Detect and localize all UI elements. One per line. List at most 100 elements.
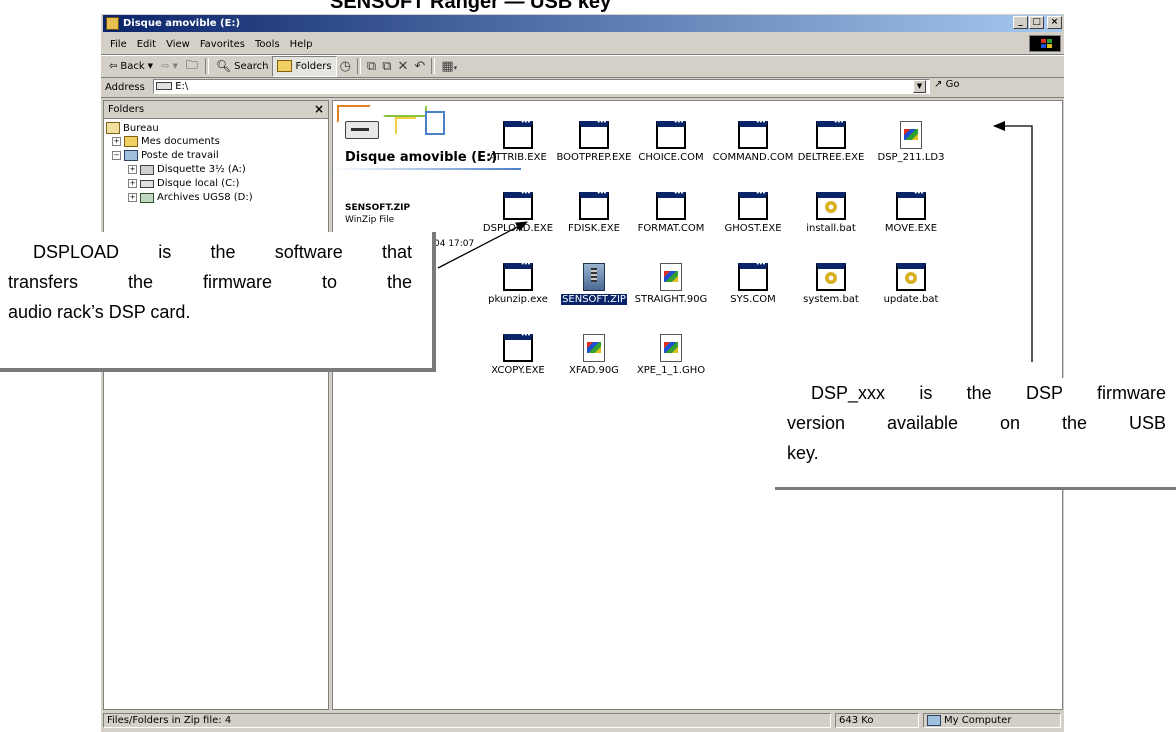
expand-icon[interactable]: + — [112, 137, 121, 146]
doc-file-icon — [660, 263, 682, 291]
file-item[interactable]: pkunzip.exe — [475, 260, 561, 305]
folders-pane-title: Folders — [108, 104, 145, 115]
callout-line: audio rack’s DSP card. — [8, 302, 191, 322]
address-field[interactable]: E:\ — [153, 79, 930, 94]
folders-pane: Folders × Bureau + Mes documents − Poste… — [103, 100, 329, 710]
file-item[interactable]: ATTRIB.EXE — [475, 118, 561, 163]
address-value: E:\ — [175, 81, 189, 92]
file-item[interactable]: SYS.COM — [710, 260, 796, 305]
expand-icon[interactable]: + — [128, 193, 137, 202]
expand-icon[interactable]: + — [128, 165, 137, 174]
document-header-text: SENSOFT Ranger — USB key — [330, 0, 612, 13]
go-label: Go — [945, 79, 960, 90]
desktop-icon — [106, 122, 120, 134]
menu-view[interactable]: View — [161, 39, 195, 50]
close-pane-icon[interactable]: × — [314, 101, 324, 118]
folders-pane-header: Folders × — [104, 101, 328, 119]
file-item[interactable]: install.bat — [788, 190, 874, 234]
search-icon: 🔍︎ — [215, 59, 232, 73]
exe-file-icon — [738, 260, 768, 291]
maximize-button[interactable]: □ — [1029, 16, 1044, 29]
file-item[interactable]: XPE_1_1.GHO — [628, 332, 714, 376]
tree-item-archives[interactable]: + Archives UGS8 (D:) — [128, 192, 253, 203]
minimize-button[interactable]: _ — [1013, 16, 1028, 29]
file-item[interactable]: MOVE.EXE — [868, 189, 954, 234]
search-button[interactable]: 🔍︎ Search — [212, 57, 273, 76]
doc-file-icon — [660, 334, 682, 362]
go-button[interactable]: ↗ Go — [934, 79, 959, 90]
status-zone: My Computer — [923, 713, 1061, 728]
window-title: Disque amovible (E:) — [123, 18, 241, 29]
network-drive-icon — [140, 192, 154, 203]
tree-item-poste-de-travail[interactable]: − Poste de travail — [112, 150, 219, 161]
file-item[interactable]: FDISK.EXE — [551, 189, 637, 234]
tree-item-disque-local[interactable]: + Disque local (C:) — [128, 178, 239, 189]
dspload-callout: DSPLOAD is the software that transfers t… — [0, 232, 436, 372]
delete-icon[interactable]: ✕ — [395, 59, 412, 74]
address-dropdown-button[interactable]: ▼ — [913, 80, 926, 93]
undo-icon[interactable]: ↶ — [411, 59, 428, 74]
file-item[interactable]: DSPLOAD.EXE — [475, 189, 561, 234]
tree-label: Disque local (C:) — [157, 178, 240, 189]
file-item[interactable]: GHOST.EXE — [710, 189, 796, 234]
doc-file-icon — [583, 334, 605, 362]
file-item[interactable]: CHOICE.COM — [628, 118, 714, 163]
file-item[interactable]: SENSOFT.ZIP — [551, 261, 637, 306]
callout-line: key. — [787, 443, 819, 463]
file-item[interactable]: system.bat — [788, 261, 874, 305]
file-item[interactable]: DELTREE.EXE — [788, 118, 874, 163]
bat-file-icon — [816, 192, 846, 220]
menu-edit[interactable]: Edit — [132, 39, 161, 50]
views-icon[interactable]: ▦▾ — [438, 59, 460, 74]
file-name: update.bat — [883, 294, 939, 305]
back-button[interactable]: ⇦ Back ▼ — [105, 57, 157, 76]
title-bar[interactable]: Disque amovible (E:) _ □ × — [103, 15, 1062, 32]
collapse-icon[interactable]: − — [112, 151, 121, 160]
move-to-icon[interactable]: ⧉ — [364, 59, 379, 74]
up-folder-icon: 🗀 — [185, 57, 198, 72]
file-item[interactable]: update.bat — [868, 261, 954, 305]
file-item[interactable]: BOOTPREP.EXE — [551, 118, 637, 163]
file-name: COMMAND.COM — [712, 152, 794, 163]
selected-file-date: 04 17:07 — [434, 239, 475, 249]
file-name: ATTRIB.EXE — [489, 152, 547, 163]
folders-button[interactable]: Folders — [272, 55, 337, 77]
tree-item-bureau[interactable]: Bureau — [106, 122, 159, 134]
callout-line: transfers the firmware to the — [8, 272, 412, 292]
tree-label: Disquette 3½ (A:) — [157, 164, 246, 175]
copy-to-icon[interactable]: ⧉ — [379, 59, 394, 74]
file-name: FDISK.EXE — [568, 223, 620, 234]
exe-file-icon — [503, 260, 533, 291]
bat-file-icon — [896, 263, 926, 291]
file-name: system.bat — [803, 294, 859, 305]
tree-item-mes-documents[interactable]: + Mes documents — [112, 136, 220, 147]
window-controls: _ □ × — [1013, 16, 1062, 29]
drive-icon — [156, 82, 172, 90]
file-name: DSPLOAD.EXE — [482, 223, 554, 234]
callout-line: DSPLOAD is the software that — [33, 242, 412, 262]
file-item[interactable]: FORMAT.COM — [628, 189, 714, 234]
menu-tools[interactable]: Tools — [250, 39, 285, 50]
menu-help[interactable]: Help — [285, 39, 318, 50]
up-button[interactable]: 🗀 — [182, 57, 202, 76]
file-item[interactable]: DSP_211.LD3 — [868, 119, 954, 163]
tree-label: Poste de travail — [141, 150, 219, 161]
exe-file-icon — [579, 118, 609, 149]
file-item[interactable]: XCOPY.EXE — [475, 331, 561, 376]
history-icon[interactable]: ◷ — [337, 59, 354, 74]
tree-item-disquette[interactable]: + Disquette 3½ (A:) — [128, 164, 246, 175]
document-header-fragment: SENSOFT Ranger — USB key — [0, 0, 1176, 14]
file-name: XCOPY.EXE — [491, 365, 545, 376]
menu-file[interactable]: File — [105, 39, 132, 50]
file-item[interactable]: XFAD.90G — [551, 332, 637, 376]
file-item[interactable]: STRAIGHT.90G — [628, 261, 714, 305]
expand-icon[interactable]: + — [128, 179, 137, 188]
back-dropdown-icon[interactable]: ▼ — [148, 62, 153, 70]
exe-file-icon — [579, 189, 609, 220]
title-rule — [333, 168, 521, 170]
close-button[interactable]: × — [1047, 16, 1062, 29]
forward-dropdown-icon[interactable]: ▼ — [172, 62, 177, 70]
file-item[interactable]: COMMAND.COM — [710, 118, 796, 163]
forward-button[interactable]: ⇨ ▼ — [157, 57, 182, 76]
menu-favorites[interactable]: Favorites — [195, 39, 250, 50]
